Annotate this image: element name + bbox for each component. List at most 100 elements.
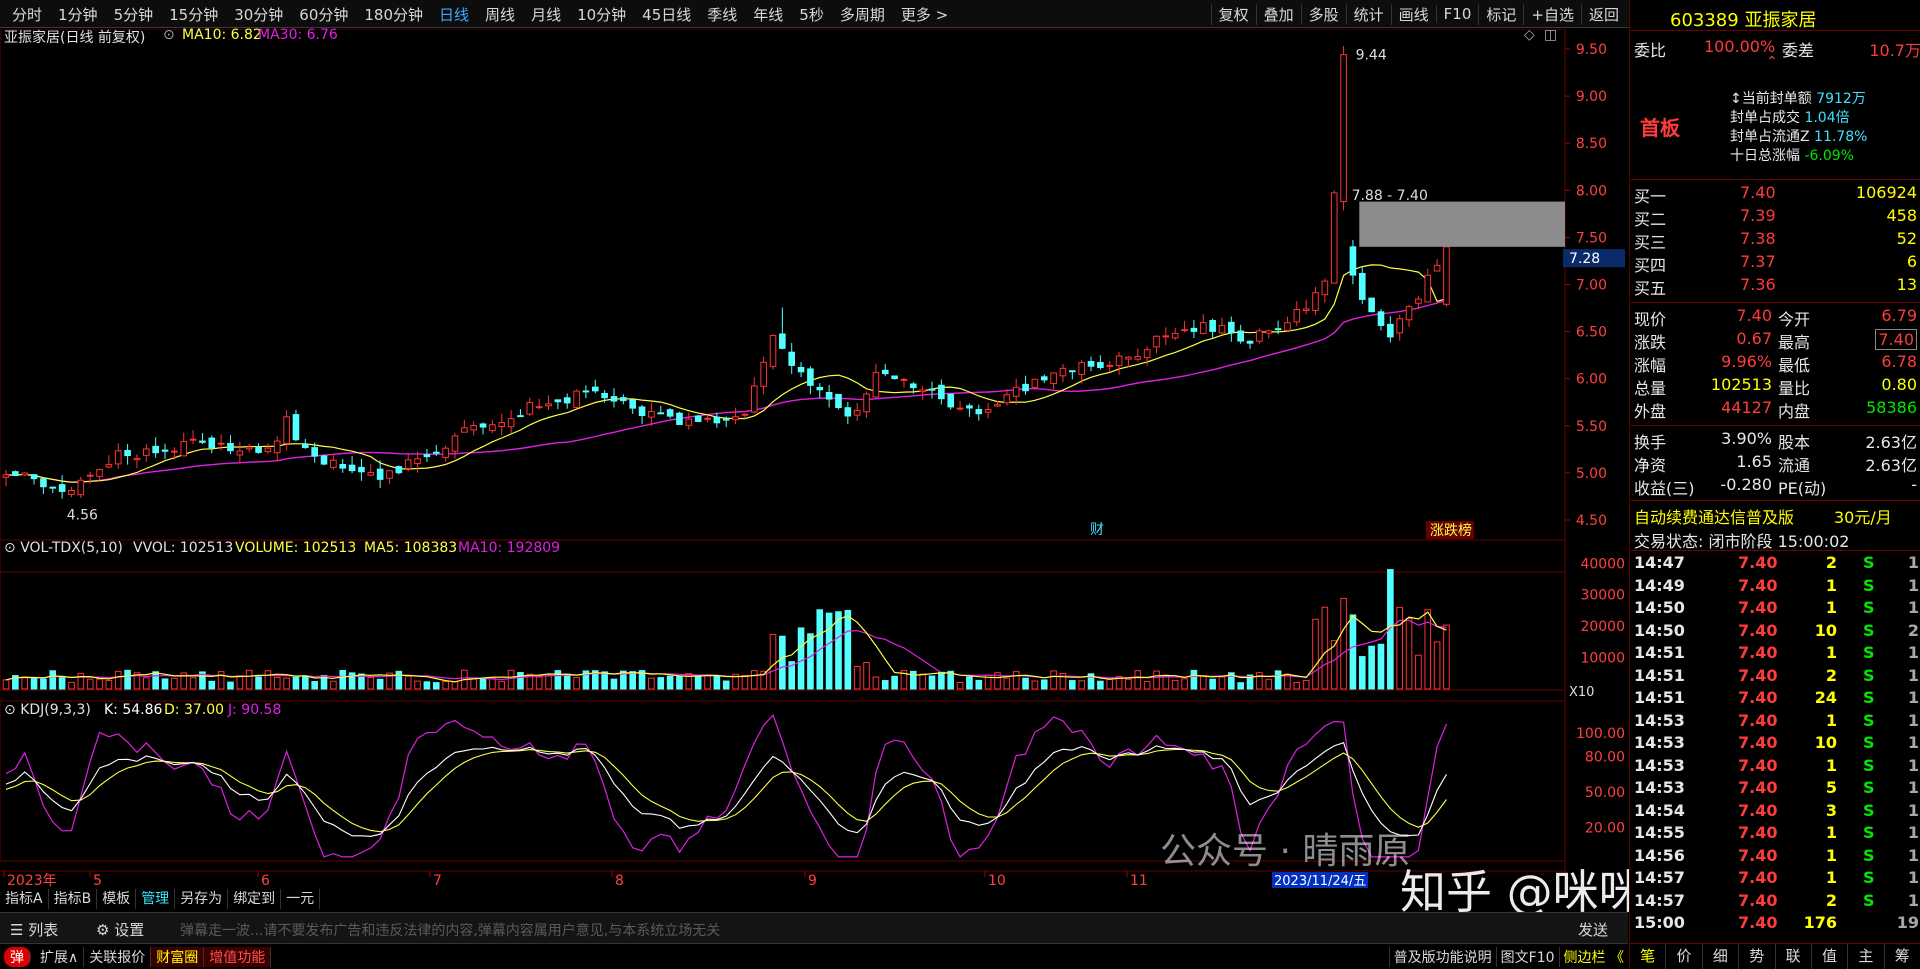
tab-14[interactable]: 5秒	[791, 4, 832, 25]
indicator-tab-6[interactable]: 一元	[281, 889, 321, 909]
tab-3[interactable]: 15分钟	[161, 4, 226, 25]
indicator-tab-0[interactable]: 指标A	[0, 889, 49, 909]
status-right-1[interactable]: 图文F10	[1495, 947, 1559, 967]
candle-up	[535, 406, 543, 409]
kline-chart-area[interactable]: 9.50 9.00 8.50 8.00 7.50 7.00 6.50 6.00 5.50 5.00…	[0, 27, 1628, 889]
panel-tab-3[interactable]: 势	[1739, 944, 1776, 969]
tool-0[interactable]: 复权	[1210, 3, 1256, 25]
tab-13[interactable]: 年线	[745, 4, 791, 25]
status-right-2[interactable]: 侧边栏 《	[1558, 947, 1628, 967]
tab-11[interactable]: 45日线	[634, 4, 699, 25]
indicator-tab-4[interactable]: 另存为	[175, 889, 229, 909]
vol-bar-down	[722, 680, 730, 690]
tool-1[interactable]: 叠加	[1255, 3, 1301, 25]
candle-up	[2, 474, 10, 478]
bid-price: 7.38	[1740, 229, 1776, 248]
candle-up	[114, 450, 122, 465]
panel-tab-5[interactable]: 值	[1812, 944, 1849, 969]
vol-bar-up	[1199, 675, 1207, 690]
panel-tab-1[interactable]: 价	[1666, 944, 1703, 969]
candle-up	[451, 435, 459, 452]
candle-up	[1265, 330, 1273, 334]
indicator-tab-1[interactable]: 指标B	[49, 889, 98, 909]
tab-12[interactable]: 季线	[699, 4, 745, 25]
chevron-icon[interactable]: ⊙	[4, 540, 20, 556]
status-right: 普及版功能说明 图文F10 侧边栏 《	[1388, 946, 1628, 968]
tab-9[interactable]: 月线	[523, 4, 569, 25]
period-tabs: 分时 1分钟 5分钟 15分钟 30分钟 60分钟 180分钟 日线 周线 月线 10分钟 45日线季…	[4, 0, 956, 28]
status-item-3[interactable]: 财富圈	[151, 947, 205, 967]
quote-value: 58386	[1866, 398, 1917, 417]
tab-4[interactable]: 30分钟	[226, 4, 291, 25]
tick-side: S	[1863, 598, 1875, 617]
indicator-tab-2[interactable]: 模板	[97, 889, 137, 909]
tool-7[interactable]: +自选	[1523, 3, 1581, 25]
collapse-icon[interactable]: ⌃	[1766, 54, 1920, 70]
status-item-1[interactable]: 扩展∧	[35, 947, 85, 967]
panel-tab-4[interactable]: 联	[1776, 944, 1812, 969]
settings-button[interactable]: ⚙ 设置	[96, 919, 144, 940]
candle-down	[348, 464, 356, 472]
quote-label: 外盘	[1634, 402, 1667, 421]
chart-canvas[interactable]: 9.50 9.00 8.50 8.00 7.50 7.00 6.50 6.00 5.50 5.00…	[0, 29, 1628, 889]
vol-bar-down	[58, 677, 66, 690]
diamond-icon[interactable]: ◇	[1524, 27, 1535, 43]
candle-up	[105, 464, 113, 468]
tool-6[interactable]: 标记	[1478, 3, 1523, 25]
status-item-4[interactable]: 增值功能	[204, 947, 272, 967]
status-item-0[interactable]: 弹	[4, 947, 31, 967]
panel-tab-7[interactable]: 筹	[1885, 944, 1920, 969]
candle-up	[77, 479, 85, 496]
status-item-2[interactable]: 关联报价	[84, 947, 152, 967]
quote-label: 最低	[1778, 356, 1811, 375]
panel-tab-0[interactable]: 笔	[1630, 944, 1667, 969]
vol-bar-up	[1415, 654, 1422, 690]
tab-1[interactable]: 1分钟	[50, 4, 106, 25]
barrage-input[interactable]: 弹幕走一波...请不要发布广告和违反法律的内容,弹幕内容属用户意见,与本系统立场…	[180, 920, 720, 940]
indicator-tab-3[interactable]: 管理	[136, 889, 176, 909]
indicator-tab-5[interactable]: 绑定到	[228, 889, 282, 909]
tool-8[interactable]: 返回	[1580, 3, 1626, 25]
candle-down	[1087, 361, 1095, 367]
tab-15[interactable]: 多周期	[832, 4, 893, 25]
list-icon: ☰	[10, 921, 29, 939]
candle-up	[1424, 274, 1432, 303]
chart-title: 亚振家居(日线 前复权)	[4, 30, 146, 46]
candle-down	[1069, 370, 1076, 373]
ad-row[interactable]: 自动续费通达信普及版 30元/月	[1634, 504, 1920, 528]
chevron-icon[interactable]: ⊙	[4, 702, 20, 718]
tick-volume: 5	[1825, 778, 1837, 797]
candle-up	[1443, 246, 1450, 305]
tab-5[interactable]: 60分钟	[291, 4, 356, 25]
chevron-down-icon[interactable]: ⊙	[163, 27, 175, 43]
candle-up	[956, 407, 964, 410]
tab-6[interactable]: 180分钟	[356, 4, 431, 25]
candle-up	[1162, 335, 1170, 338]
tab-10[interactable]: 10分钟	[569, 4, 634, 25]
tool-4[interactable]: 画线	[1390, 3, 1436, 25]
tick-time: 14:57	[1634, 890, 1685, 910]
panel-toggle-icon[interactable]: ◫	[1544, 27, 1557, 43]
tab-2[interactable]: 5分钟	[106, 4, 162, 25]
list-button[interactable]: ☰ 列表	[10, 919, 58, 940]
vol-bar-down	[975, 679, 983, 690]
tab-16[interactable]: 更多 >	[893, 4, 956, 25]
tick-side: S	[1863, 733, 1875, 752]
tool-3[interactable]: 统计	[1345, 3, 1391, 25]
tool-5[interactable]: F10	[1435, 5, 1479, 23]
candle-up	[470, 425, 477, 431]
bid-volume: 52	[1896, 229, 1917, 248]
status-right-0[interactable]: 普及版功能说明	[1388, 947, 1496, 967]
tool-2[interactable]: 多股	[1300, 3, 1346, 25]
ma10-line	[5, 264, 1447, 483]
seal-row: ↕当前封单额 7912万	[1730, 88, 1920, 108]
tab-0[interactable]: 分时	[4, 4, 50, 25]
volume-value: VOLUME: 102513	[235, 540, 357, 556]
tab-8[interactable]: 周线	[477, 4, 523, 25]
send-button[interactable]: 发送	[1578, 919, 1608, 940]
tab-7[interactable]: 日线	[431, 4, 477, 25]
bid-volume: 458	[1886, 206, 1917, 225]
panel-tab-6[interactable]: 主	[1848, 944, 1885, 969]
vol-bar-down	[779, 635, 786, 690]
panel-tab-2[interactable]: 细	[1703, 944, 1740, 969]
